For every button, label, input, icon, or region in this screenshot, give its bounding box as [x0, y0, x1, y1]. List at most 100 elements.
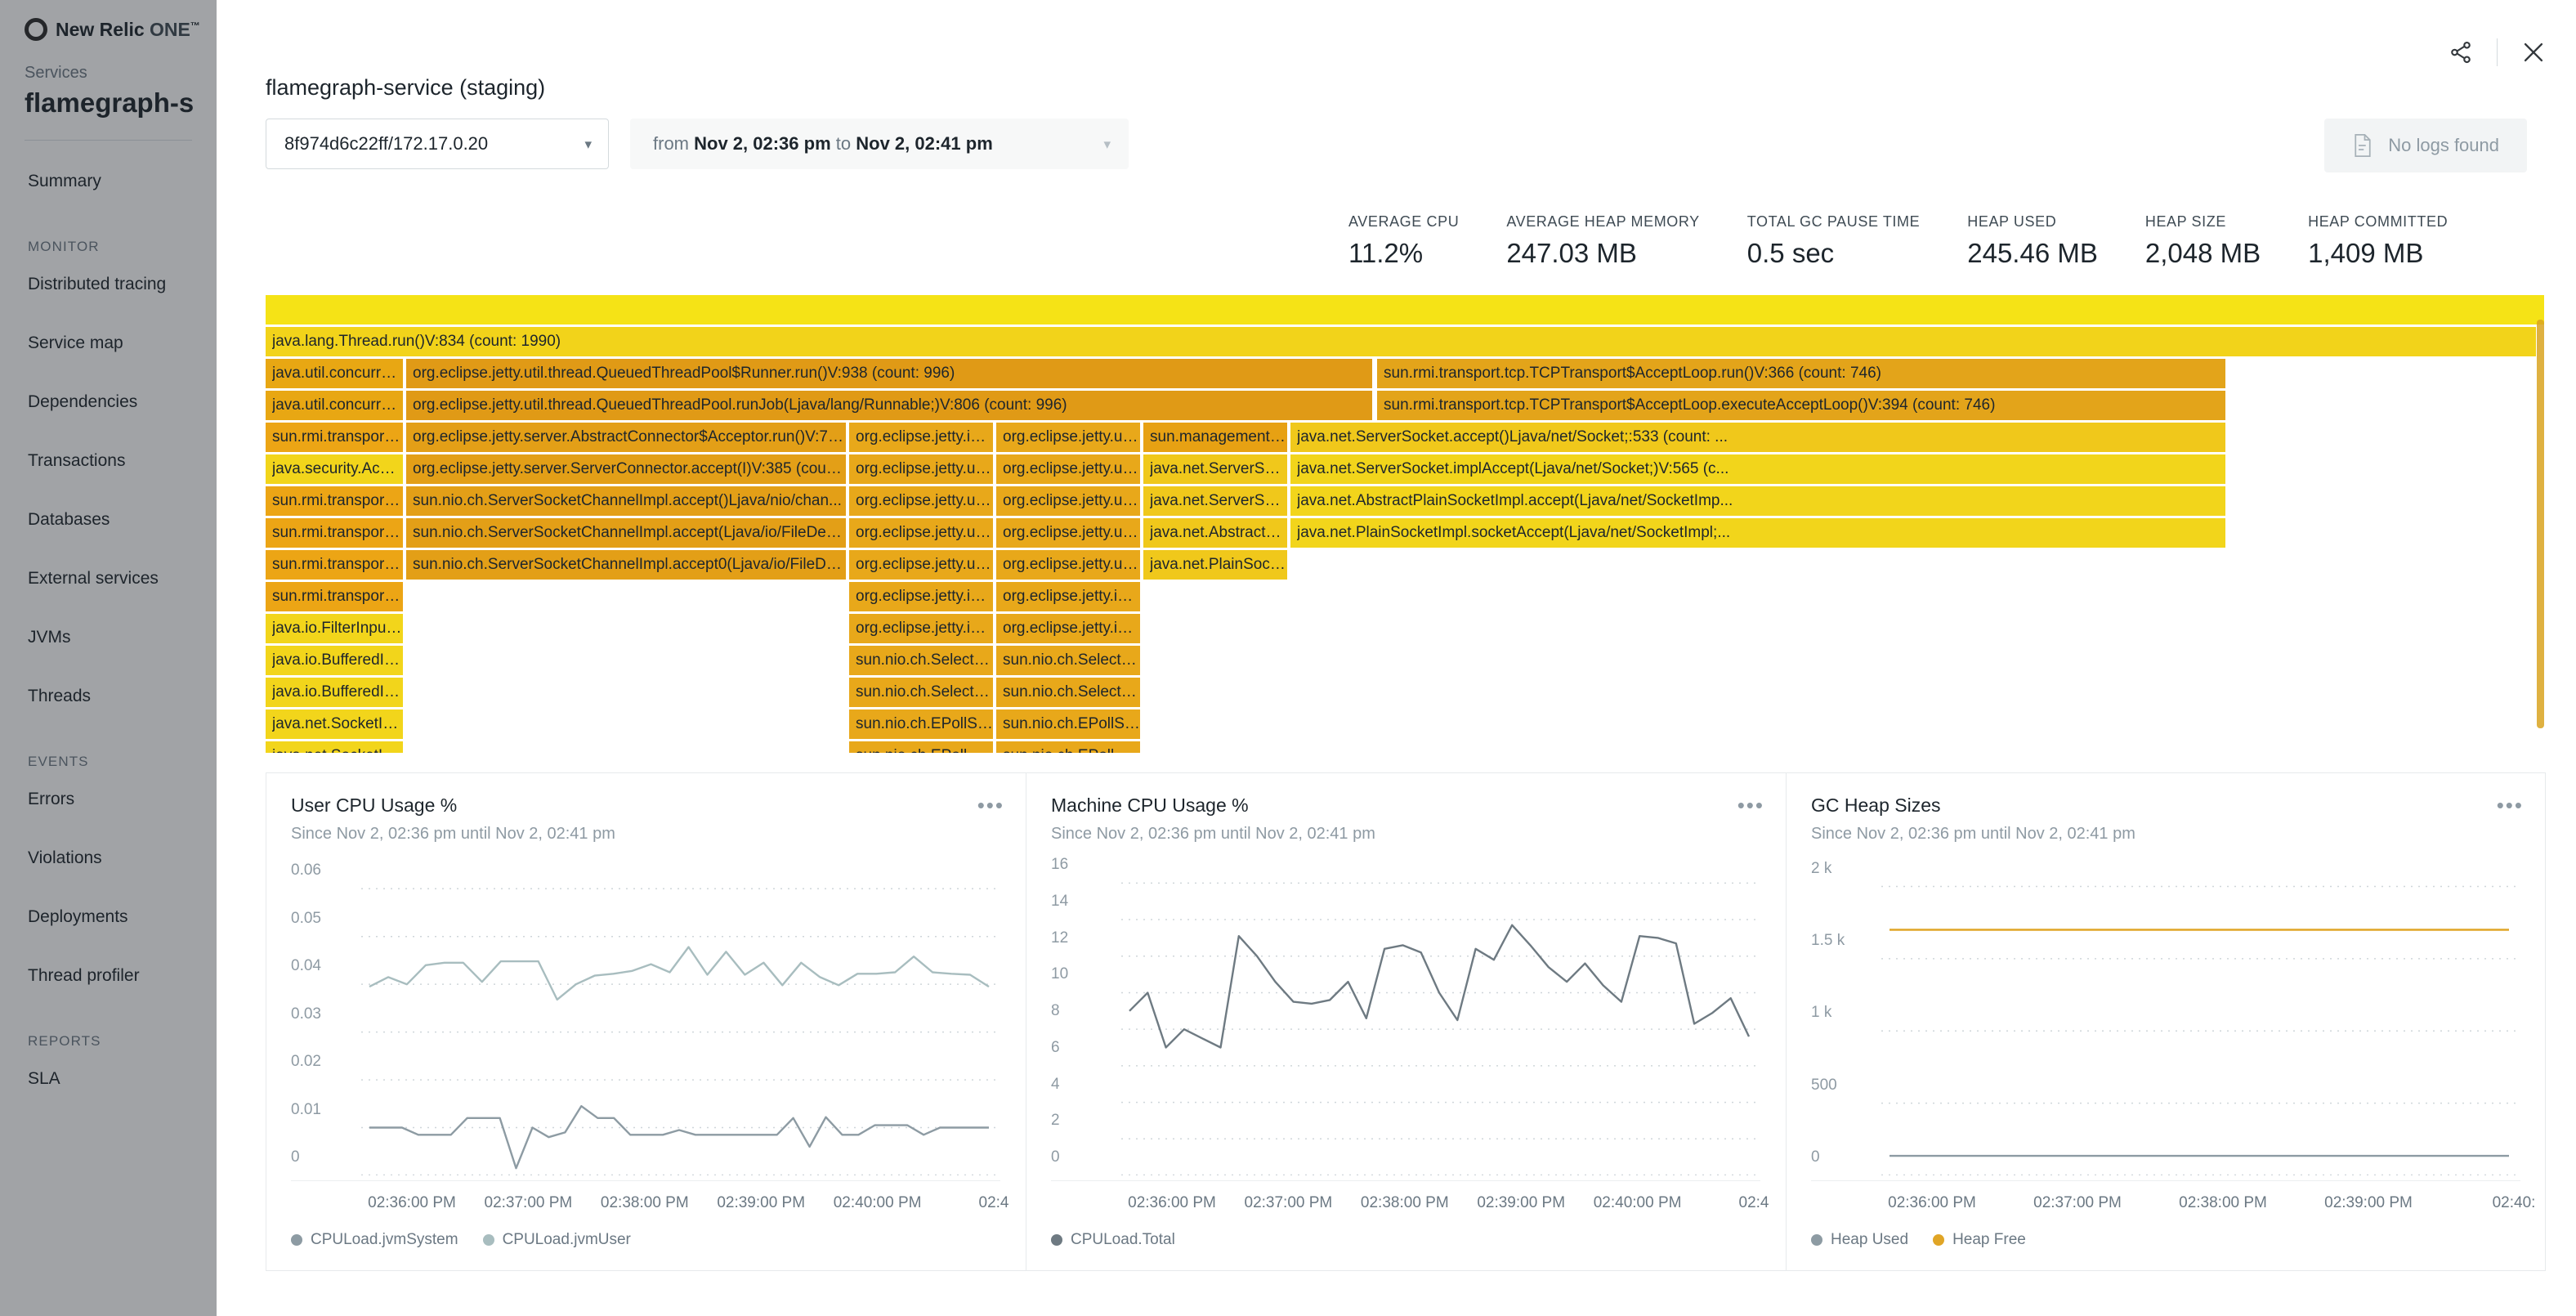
instance-select[interactable]: 8f974d6c22ff/172.17.0.20 ▾: [266, 119, 609, 169]
flamegraph-row: java.security.AccessControll...org.eclip…: [266, 454, 2546, 484]
legend-item[interactable]: Heap Used: [1811, 1231, 1908, 1249]
flamegraph-frame[interactable]: sun.nio.ch.EPollSelectorImpl...: [996, 709, 1142, 739]
flamegraph-frame-label: java.net.ServerSocket.implA...: [1150, 492, 1287, 510]
flamegraph-frame[interactable]: [266, 295, 2546, 325]
flamegraph-frame-label: sun.nio.ch.EPoll.wait(IJII)I:-1...: [1003, 747, 1140, 753]
share-icon[interactable]: [2443, 34, 2479, 70]
chart-svg: [1811, 865, 2520, 1175]
time-from-value: Nov 2, 02:36 pm: [694, 133, 831, 154]
flamegraph-frame[interactable]: sun.nio.ch.ServerSocketChannelImpl.accep…: [406, 486, 847, 516]
flamegraph-frame[interactable]: org.eclipse.jetty.io.Managed...: [849, 614, 995, 643]
chart-menu-button[interactable]: •••: [1737, 795, 1764, 816]
flamegraph-frame-label: sun.nio.ch.EPollSelectorImpl...: [856, 715, 993, 733]
chart-plot: 05001 k1.5 k2 k: [1811, 865, 2520, 1175]
flamegraph-frame[interactable]: org.eclipse.jetty.util.thread.R...: [996, 423, 1142, 452]
flamegraph-frame[interactable]: org.eclipse.jetty.util.thread.st...: [849, 486, 995, 516]
legend-label: CPULoad.jvmUser: [503, 1231, 631, 1249]
flamegraph-frame[interactable]: java.lang.Thread.run()V:834 (count: 1990…: [266, 327, 2538, 356]
flamegraph-frame-label: sun.management.jmxremote...: [1150, 428, 1287, 446]
flamegraph-frame-label: sun.rmi.transport.tcp.TCPTr...: [272, 556, 403, 574]
legend-label: CPULoad.Total: [1071, 1231, 1175, 1249]
flamegraph-frame[interactable]: java.io.FilterInputStream.rea...: [266, 614, 405, 643]
flamegraph-frame[interactable]: sun.nio.ch.SelectorImpl.sele...: [996, 646, 1142, 675]
flamegraph-frame[interactable]: sun.management.jmxremote...: [1143, 423, 1289, 452]
flamegraph-frame[interactable]: org.eclipse.jetty.util.thread.st...: [996, 454, 1142, 484]
chart-menu-button[interactable]: •••: [977, 795, 1004, 816]
flamegraph-frame[interactable]: org.eclipse.jetty.util.thread.QueuedThre…: [406, 391, 1374, 420]
flamegraph-frame[interactable]: java.net.AbstractPlainSocket...: [1143, 518, 1289, 548]
flamegraph-frame[interactable]: java.util.concurrent.ThreadP...: [266, 391, 405, 420]
flamegraph-frame[interactable]: java.net.PlainSocketImpl.socketAccept(Lj…: [1290, 518, 2227, 548]
flamegraph-frame-label: java.io.FilterInputStream.rea...: [272, 620, 403, 638]
flamegraph-frame[interactable]: org.eclipse.jetty.util.thread.st...: [849, 454, 995, 484]
flamegraph-frame[interactable]: java.net.SocketInputStream....: [266, 741, 405, 753]
flamegraph-frame[interactable]: org.eclipse.jetty.io.Managed...: [996, 582, 1142, 611]
flamegraph-frame[interactable]: org.eclipse.jetty.util.thread.st...: [996, 550, 1142, 580]
flamegraph-frame[interactable]: java.security.AccessControll...: [266, 454, 405, 484]
legend-color-dot: [1933, 1234, 1944, 1246]
flamegraph-frame[interactable]: org.eclipse.jetty.server.ServerConnector…: [406, 454, 847, 484]
flamegraph-frame[interactable]: java.net.ServerSocket.implA...: [1143, 486, 1289, 516]
flamegraph-frame[interactable]: java.net.SocketInputStream....: [266, 709, 405, 739]
flamegraph-frame[interactable]: sun.nio.ch.EPollSelectorImpl...: [849, 709, 995, 739]
flamegraph[interactable]: java.net.SocketInputStream.... sun.nio.ch…: [266, 295, 2546, 753]
chart-x-tick-label: 02:38:00 PM: [1361, 1194, 1449, 1212]
time-range-picker[interactable]: from Nov 2, 02:36 pm to Nov 2, 02:41 pm …: [630, 119, 1129, 169]
chart-menu-button[interactable]: •••: [2497, 795, 2524, 816]
flamegraph-scrollbar[interactable]: [2535, 295, 2546, 753]
flamegraph-frame[interactable]: org.eclipse.jetty.util.thread.st...: [996, 486, 1142, 516]
flamegraph-frame[interactable]: sun.rmi.transport.tcp.TCPTr...: [266, 486, 405, 516]
legend-item[interactable]: Heap Free: [1933, 1231, 2026, 1249]
modal-header: flamegraph-service (staging): [217, 0, 2576, 101]
flamegraph-frame[interactable]: org.eclipse.jetty.util.thread.st...: [849, 518, 995, 548]
flamegraph-frame[interactable]: sun.rmi.transport.tcp.TCPTr...: [266, 423, 405, 452]
flamegraph-frame[interactable]: org.eclipse.jetty.io.Managed...: [849, 582, 995, 611]
close-icon[interactable]: [2516, 34, 2551, 70]
flamegraph-frame[interactable]: java.util.concurrent.ThreadP...: [266, 359, 405, 388]
flamegraph-frame[interactable]: sun.rmi.transport.tcp.TCPTransport$Accep…: [1377, 359, 2227, 388]
metric-value: 11.2%: [1348, 238, 1459, 269]
chart-y-tick-label: 12: [1051, 929, 1068, 947]
flamegraph-frame[interactable]: java.net.ServerSocket.accep...: [1143, 454, 1289, 484]
modal-actions: [2443, 34, 2551, 70]
metric-heap-used: HEAP USED245.46 MB: [1967, 213, 2098, 269]
metric-value: 245.46 MB: [1967, 238, 2098, 269]
flamegraph-frame[interactable]: org.eclipse.jetty.util.thread.st...: [849, 550, 995, 580]
flamegraph-frame[interactable]: java.net.ServerSocket.implAccept(Ljava/n…: [1290, 454, 2227, 484]
flamegraph-frame[interactable]: java.net.AbstractPlainSocketImpl.accept(…: [1290, 486, 2227, 516]
legend-color-dot: [291, 1234, 302, 1246]
flamegraph-frame[interactable]: sun.nio.ch.SelectorImpl.lock...: [996, 678, 1142, 707]
flamegraph-frame[interactable]: sun.nio.ch.EPoll.wait(IJII)I:-1...: [996, 741, 1142, 753]
flamegraph-frame[interactable]: sun.rmi.transport.tcp.TCPTr...: [266, 518, 405, 548]
flamegraph-frame[interactable]: sun.rmi.transport.tcp.TCPTr...: [266, 550, 405, 580]
no-logs-found-button[interactable]: No logs found: [2324, 119, 2527, 172]
flamegraph-frame[interactable]: sun.nio.ch.ServerSocketChannelImpl.accep…: [406, 518, 847, 548]
legend-item[interactable]: CPULoad.jvmUser: [483, 1231, 631, 1249]
legend-item[interactable]: CPULoad.jvmSystem: [291, 1231, 458, 1249]
flamegraph-frame[interactable]: org.eclipse.jetty.server.AbstractConnect…: [406, 423, 847, 452]
flamegraph-frame[interactable]: java.net.PlainSocketImpl.soc...: [1143, 550, 1289, 580]
flamegraph-frame-label: sun.nio.ch.SelectorImpl.lock...: [856, 683, 993, 701]
flamegraph-frame[interactable]: sun.nio.ch.ServerSocketChannelImpl.accep…: [406, 550, 847, 580]
flamegraph-frame[interactable]: sun.nio.ch.SelectorImpl.sele...: [849, 646, 995, 675]
flamegraph-frame[interactable]: sun.rmi.transport.tcp.TCPTr...: [266, 582, 405, 611]
flamegraph-frame[interactable]: org.eclipse.jetty.util.thread.st...: [996, 518, 1142, 548]
scrollbar-thumb[interactable]: [2537, 320, 2544, 728]
flamegraph-frame[interactable]: java.net.ServerSocket.accept()Ljava/net/…: [1290, 423, 2227, 452]
flamegraph-row: java.util.concurrent.ThreadP...org.eclip…: [266, 359, 2546, 388]
metric-average-cpu: AVERAGE CPU11.2%: [1348, 213, 1459, 269]
flamegraph-frame[interactable]: java.io.BufferedInputStream....: [266, 678, 405, 707]
flamegraph-frame[interactable]: sun.nio.ch.EPoll.wait(IJII)I:-1...: [849, 741, 995, 753]
flamegraph-frame[interactable]: sun.rmi.transport.tcp.TCPTransport$Accep…: [1377, 391, 2227, 420]
flamegraph-frame-label: org.eclipse.jetty.server.AbstractConnect…: [413, 428, 846, 446]
chart-y-tick-label: 10: [1051, 965, 1068, 983]
flamegraph-frame-label: sun.nio.ch.EPoll.wait(IJII)I:-1...: [856, 747, 993, 753]
legend-item[interactable]: CPULoad.Total: [1051, 1231, 1175, 1249]
flamegraph-frame[interactable]: org.eclipse.jetty.io.Managed...: [996, 614, 1142, 643]
flamegraph-frame-label: java.net.PlainSocketImpl.soc...: [1150, 556, 1287, 574]
flamegraph-frame[interactable]: org.eclipse.jetty.io.Managed...: [849, 423, 995, 452]
flamegraph-frame[interactable]: org.eclipse.jetty.util.thread.QueuedThre…: [406, 359, 1374, 388]
flamegraph-frame[interactable]: java.io.BufferedInputStream....: [266, 646, 405, 675]
chart-subtitle: Since Nov 2, 02:36 pm until Nov 2, 02:41…: [1051, 825, 1761, 844]
flamegraph-frame[interactable]: sun.nio.ch.SelectorImpl.lock...: [849, 678, 995, 707]
